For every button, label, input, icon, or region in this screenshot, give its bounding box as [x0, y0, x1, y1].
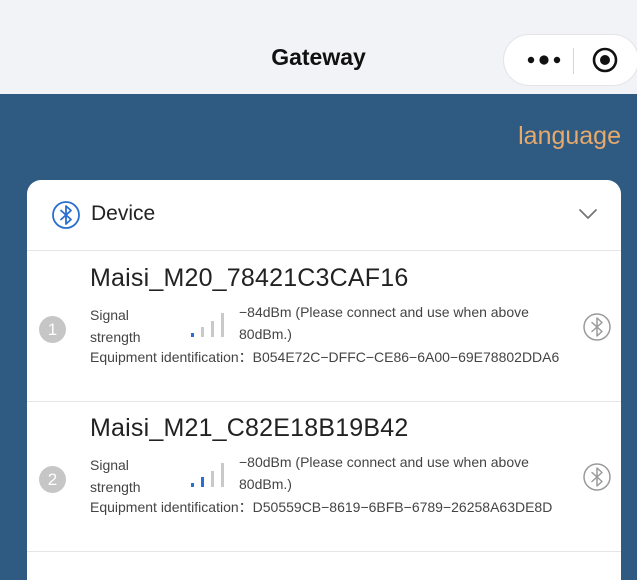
- more-dots-icon[interactable]: [522, 47, 566, 73]
- device-list-item[interactable]: 2 Maisi_M21_C82E18B19B42 Signal strength…: [27, 402, 621, 552]
- device-section-header[interactable]: Device: [27, 180, 621, 251]
- chevron-down-icon[interactable]: [577, 206, 599, 222]
- record-close-icon[interactable]: [590, 45, 620, 75]
- device-section-title: Device: [91, 202, 156, 225]
- signal-bar: [201, 477, 204, 487]
- bluetooth-icon: [52, 201, 80, 229]
- signal-bar: [221, 463, 224, 487]
- signal-strength-label: Signal strength: [90, 307, 141, 345]
- bluetooth-icon[interactable]: [582, 312, 612, 342]
- signal-bar: [201, 327, 204, 337]
- device-list-item[interactable]: 1 Maisi_M20_78421C3CAF16 Signal strength…: [27, 252, 621, 402]
- equipment-identification: Equipment identification：B054E72C−DFFC−C…: [90, 349, 560, 365]
- signal-strength-icon: [191, 313, 224, 337]
- signal-bar: [211, 471, 214, 487]
- signal-strength-label: Signal strength: [90, 457, 141, 495]
- bluetooth-icon[interactable]: [582, 462, 612, 492]
- device-name: Maisi_M21_C82E18B19B42: [90, 414, 409, 442]
- device-index-badge: 2: [39, 466, 66, 493]
- signal-strength-value: −84dBm (Please connect and use when abov…: [239, 304, 529, 342]
- signal-bar: [221, 313, 224, 337]
- capsule-divider: [573, 48, 574, 74]
- device-index-badge: 1: [39, 316, 66, 343]
- signal-strength-value: −80dBm (Please connect and use when abov…: [239, 454, 529, 492]
- signal-bar: [211, 321, 214, 337]
- navigation-bar: Gateway: [0, 0, 637, 94]
- language-button[interactable]: language: [518, 122, 621, 151]
- menu-capsule: [503, 34, 637, 86]
- signal-bar: [191, 483, 194, 487]
- signal-bar: [191, 333, 194, 337]
- header-band: language: [0, 94, 637, 180]
- device-name: Maisi_M20_78421C3CAF16: [90, 264, 409, 292]
- device-card: Device 1 Maisi_M20_78421C3CAF16 Signal s…: [27, 180, 621, 580]
- signal-strength-icon: [191, 463, 224, 487]
- equipment-identification: Equipment identification：D50559CB−8619−6…: [90, 499, 553, 515]
